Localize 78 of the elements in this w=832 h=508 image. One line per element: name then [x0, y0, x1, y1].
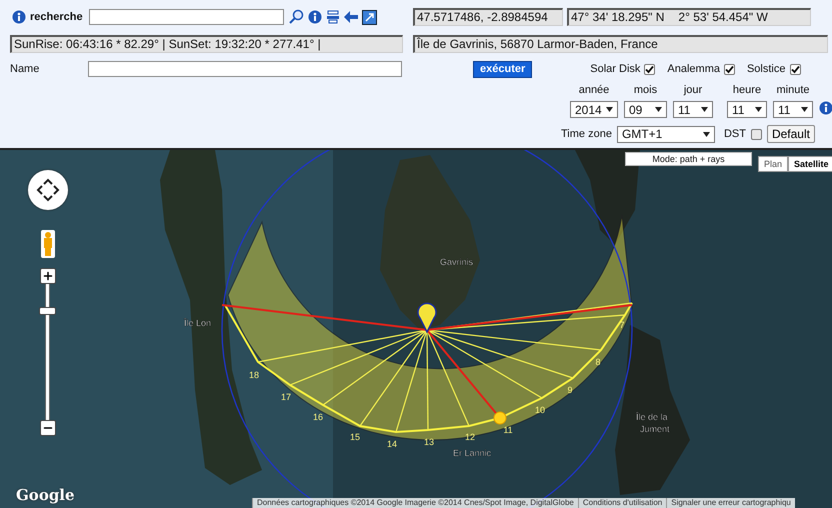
attribution-text: Données cartographiques ©2014 Google Imagerie ©2014 Cnes/Spot Image, DigitalGlobe	[252, 498, 578, 508]
date-select[interactable]: 11	[773, 101, 813, 118]
place-label: Île Lon	[184, 318, 212, 328]
place-label: Gavrinis	[440, 257, 474, 267]
place-label: Er Lannic	[453, 448, 492, 458]
search-label: recherche	[30, 11, 83, 23]
caret-icon	[606, 107, 613, 112]
hour-label: 12	[465, 432, 475, 442]
pan-control[interactable]	[28, 170, 68, 210]
mode-indicator: Mode: path + rays	[625, 152, 752, 166]
zoom-slider-handle[interactable]	[39, 307, 56, 316]
sun-times-field[interactable]: SunRise: 06:43:16 * 82.29° | SunSet: 19:32:20 * 277.41° |	[10, 35, 403, 53]
date-field-label: minute	[776, 84, 810, 96]
attribution-link[interactable]: Conditions d'utilisation	[578, 498, 666, 508]
attribution-link[interactable]: Signaler une erreur cartographiqu	[666, 498, 795, 508]
hour-label: 9	[568, 385, 572, 395]
name-field[interactable]	[88, 61, 402, 77]
option-label: Solar Disk	[590, 63, 640, 75]
dms-coordinates-field[interactable]: 47° 34' 18.295" N 2° 53' 54.454" W	[567, 8, 811, 26]
zoom-out-button[interactable]	[40, 420, 56, 436]
dst-label: DST	[724, 128, 746, 140]
location-marker[interactable]	[417, 302, 437, 333]
hour-label: 11	[503, 425, 513, 435]
hour-label: 10	[535, 405, 545, 415]
name-label: Name	[10, 63, 40, 75]
date-field-label: année	[578, 84, 610, 96]
option-label: Analemma	[667, 63, 720, 75]
place-label: Île de la	[636, 412, 668, 422]
date-select[interactable]: 09	[624, 101, 667, 118]
hour-label: 13	[424, 437, 434, 447]
hour-label: 18	[249, 370, 259, 380]
option-checkbox[interactable]	[724, 64, 735, 74]
time-zone-select[interactable]: GMT+1	[616, 126, 715, 142]
printer-icon[interactable]	[326, 10, 340, 24]
dst-checkbox[interactable]	[750, 128, 762, 140]
info-icon[interactable]	[819, 101, 832, 115]
zoom-search-icon[interactable]	[288, 9, 304, 25]
time-zone-label: Time zone	[561, 128, 612, 140]
map-logo: Google	[16, 486, 75, 504]
hour-label: 17	[281, 392, 291, 402]
info-icon[interactable]	[12, 10, 26, 24]
map-type-tab[interactable]: Plan	[758, 156, 788, 172]
caret-icon	[801, 107, 808, 112]
caret-icon	[655, 107, 662, 112]
caret-icon	[755, 107, 762, 112]
latitude-text: 47° 34' 18.295" N	[571, 10, 664, 24]
date-field-label: heure	[732, 84, 762, 96]
search-field[interactable]	[88, 9, 284, 25]
info-icon[interactable]	[308, 10, 322, 24]
hour-label: 8	[596, 357, 600, 367]
expand-icon[interactable]	[362, 10, 377, 24]
decimal-coordinates-field[interactable]: 47.5717486, -2.8984594	[413, 8, 563, 26]
caret-icon	[701, 107, 708, 112]
hour-label: 7	[620, 320, 624, 330]
sun-dot	[494, 412, 506, 424]
address-field[interactable]: Île de Gavrinis, 56870 Larmor-Baden, France	[413, 35, 828, 53]
plus-icon	[42, 270, 54, 282]
run-button[interactable]: exécuter	[473, 60, 532, 78]
pan-arrows-icon[interactable]	[34, 176, 62, 204]
option-label: Solstice	[746, 63, 786, 75]
default-button[interactable]: Default	[766, 125, 815, 143]
date-field-label: mois	[634, 84, 658, 96]
map-type-tab[interactable]: Satellite	[788, 156, 832, 172]
caret-icon	[702, 132, 710, 136]
date-field-label: jour	[684, 84, 702, 96]
date-select[interactable]: 2014	[570, 101, 618, 118]
satellite-map[interactable]	[0, 150, 832, 508]
zoom-in-button[interactable]	[40, 268, 56, 284]
option-checkbox[interactable]	[790, 64, 800, 74]
hour-label: 14	[387, 439, 397, 449]
place-label: Jument	[640, 424, 670, 434]
hour-label: 15	[350, 432, 360, 442]
arrow-left-icon[interactable]	[344, 11, 358, 23]
date-select[interactable]: 11	[673, 101, 713, 118]
option-checkbox[interactable]	[644, 64, 656, 74]
date-select[interactable]: 11	[727, 101, 767, 118]
hour-label: 16	[313, 412, 323, 422]
longitude-text: 2° 53' 54.454" W	[678, 10, 768, 24]
